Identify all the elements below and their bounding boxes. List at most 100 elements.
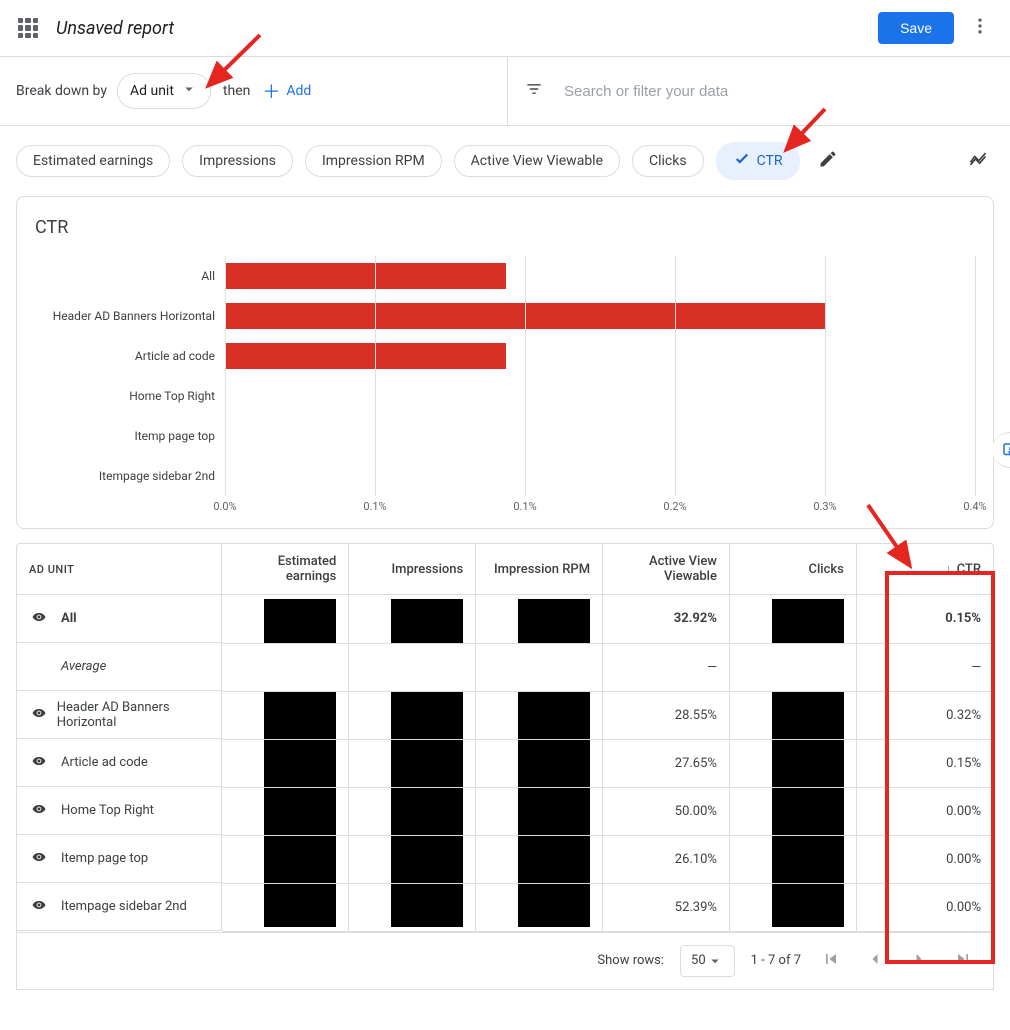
- visibility-toggle-icon[interactable]: [29, 898, 61, 916]
- redacted-cell: [349, 739, 476, 787]
- redacted-cell: [729, 643, 856, 691]
- breakdown-label: Break down by: [16, 83, 107, 99]
- chart-category-label: All: [35, 256, 225, 296]
- filter-icon[interactable]: [524, 79, 544, 103]
- redacted-cell: [729, 739, 856, 787]
- metric-chip-clicks[interactable]: Clicks: [632, 145, 704, 177]
- column-header[interactable]: AD UNIT: [17, 544, 222, 595]
- chart-bar-row: [225, 456, 975, 496]
- controls-row: Break down by Ad unit then ＋ Add: [0, 57, 1010, 126]
- metric-chip-active-view-viewable[interactable]: Active View Viewable: [454, 145, 620, 177]
- redacted-cell: [476, 643, 603, 691]
- show-rows-label: Show rows:: [597, 953, 664, 968]
- table-row: Article ad code 27.65% 0.15%: [17, 739, 993, 787]
- column-header[interactable]: Impression RPM: [476, 544, 603, 595]
- row-label: All: [61, 611, 77, 626]
- row-label: Itempage sidebar 2nd: [61, 899, 187, 914]
- compare-icon[interactable]: [968, 149, 994, 173]
- column-header[interactable]: Estimated earnings: [222, 544, 349, 595]
- redacted-cell: [349, 835, 476, 883]
- metric-chip-impressions[interactable]: Impressions: [182, 145, 293, 177]
- metric-chip-ctr[interactable]: CTR: [716, 142, 800, 180]
- table-row: Average——: [17, 643, 993, 691]
- edit-metrics-button[interactable]: [818, 149, 838, 173]
- save-button[interactable]: Save: [878, 12, 954, 44]
- visibility-toggle-icon[interactable]: [29, 610, 61, 628]
- column-header[interactable]: ↓ CTR: [856, 544, 993, 595]
- redacted-cell: [476, 739, 603, 787]
- chart-category-label: Home Top Right: [35, 376, 225, 416]
- ctr-cell: 0.15%: [856, 595, 993, 644]
- top-bar: Unsaved report Save: [0, 0, 1010, 57]
- prev-page-button[interactable]: [861, 945, 889, 977]
- visibility-toggle-icon[interactable]: [29, 706, 57, 724]
- last-page-button[interactable]: [949, 945, 977, 977]
- row-label: Itemp page top: [61, 851, 148, 866]
- more-menu-button[interactable]: [966, 12, 994, 44]
- add-dimension-button[interactable]: ＋ Add: [262, 78, 311, 104]
- chart-bar-row: [225, 376, 975, 416]
- apps-icon[interactable]: [16, 16, 40, 40]
- metric-chip-label: Estimated earnings: [33, 153, 153, 169]
- check-icon: [733, 150, 751, 172]
- chart-category-label: Itemp page top: [35, 416, 225, 456]
- avv-cell: 27.65%: [603, 739, 730, 787]
- chart-bar[interactable]: [225, 343, 506, 369]
- redacted-cell: [349, 691, 476, 739]
- redacted-cell: [222, 739, 349, 787]
- ctr-cell: 0.00%: [856, 883, 993, 931]
- row-label: Average: [61, 659, 106, 674]
- avv-cell: 26.10%: [603, 835, 730, 883]
- redacted-cell: [222, 787, 349, 835]
- visibility-toggle-icon[interactable]: [29, 754, 61, 772]
- redacted-cell: [729, 691, 856, 739]
- search-input[interactable]: [562, 82, 994, 101]
- feedback-tab[interactable]: [992, 432, 1010, 468]
- ctr-cell: 0.32%: [856, 691, 993, 739]
- chart-title: CTR: [35, 217, 975, 238]
- sort-desc-icon: ↓: [945, 562, 951, 576]
- chart-axis-tick: 0.3%: [813, 500, 836, 513]
- chart-axis-tick: 0.1%: [513, 500, 536, 513]
- avv-cell: —: [603, 643, 730, 691]
- chart-bar-row: [225, 256, 975, 296]
- avv-cell: 50.00%: [603, 787, 730, 835]
- metric-chip-label: Impression RPM: [322, 153, 425, 169]
- plus-icon: ＋: [262, 78, 280, 104]
- avv-cell: 28.55%: [603, 691, 730, 739]
- redacted-cell: [729, 595, 856, 644]
- metric-chip-label: Active View Viewable: [471, 153, 603, 169]
- metric-chip-label: Clicks: [649, 153, 687, 169]
- chart-bar[interactable]: [225, 263, 506, 289]
- chart-category-label: Itempage sidebar 2nd: [35, 456, 225, 496]
- chart-axis-tick: 0.1%: [363, 500, 386, 513]
- column-header[interactable]: Clicks: [729, 544, 856, 595]
- table-row: Itemp page top26.10%0.00%: [17, 835, 993, 883]
- table-row: All32.92%0.15%: [17, 595, 993, 644]
- row-label: Header AD Banners Horizontal: [57, 700, 209, 730]
- row-label: Article ad code: [61, 755, 148, 770]
- ctr-cell: 0.00%: [856, 787, 993, 835]
- table-row: Header AD Banners Horizontal 28.55% 0.32%: [17, 691, 993, 739]
- chart-axis-tick: 0.0%: [213, 500, 236, 513]
- redacted-cell: [222, 643, 349, 691]
- column-header[interactable]: Active View Viewable: [603, 544, 730, 595]
- breakdown-dropdown[interactable]: Ad unit: [117, 73, 211, 109]
- avv-cell: 52.39%: [603, 883, 730, 931]
- metric-chip-label: Impressions: [199, 153, 276, 169]
- column-header[interactable]: Impressions: [349, 544, 476, 595]
- metric-chip-impression-rpm[interactable]: Impression RPM: [305, 145, 442, 177]
- first-page-button[interactable]: [817, 945, 845, 977]
- redacted-cell: [349, 787, 476, 835]
- metric-chip-estimated-earnings[interactable]: Estimated earnings: [16, 145, 170, 177]
- rows-per-page-select[interactable]: 50: [680, 945, 735, 977]
- visibility-toggle-icon[interactable]: [29, 802, 61, 820]
- redacted-cell: [222, 835, 349, 883]
- chart-axis-tick: 0.4%: [963, 500, 986, 513]
- page-range: 1 - 7 of 7: [751, 953, 801, 968]
- next-page-button[interactable]: [905, 945, 933, 977]
- ctr-cell: 0.15%: [856, 739, 993, 787]
- page-title: Unsaved report: [56, 18, 174, 39]
- visibility-toggle-icon[interactable]: [29, 850, 61, 868]
- redacted-cell: [476, 835, 603, 883]
